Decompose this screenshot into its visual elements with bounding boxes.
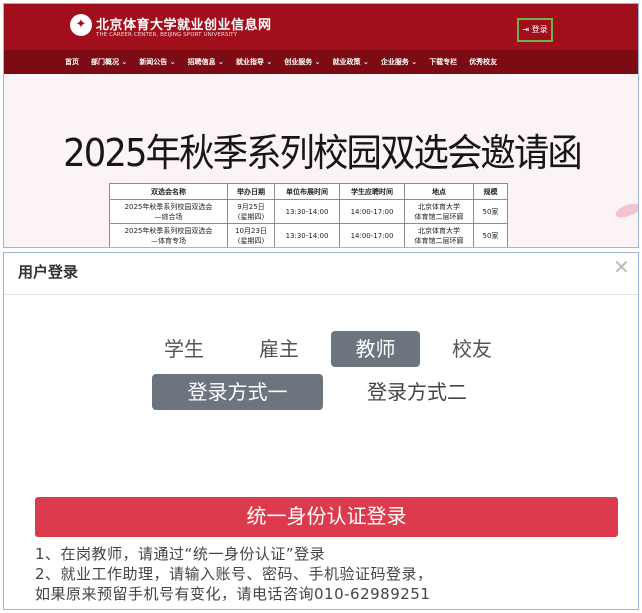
nav-item-downloads[interactable]: 下载专栏 xyxy=(429,57,457,67)
cell-setup-time: 13:30-14:00 xyxy=(274,223,340,247)
role-tab-student[interactable]: 学生 xyxy=(153,331,215,367)
cell-scale: 50家 xyxy=(473,199,508,224)
cell-scale: 50家 xyxy=(473,223,508,247)
banner-title: 2025年秋季系列校园双选会邀请函 xyxy=(63,131,583,175)
table-row: 2025年秋季系列校园双选会 —体育专场 10月23日 (星期四) 13:30-14… xyxy=(109,223,508,247)
cell-fair-name: 2025年秋季系列校园双选会 —体育专场 xyxy=(109,223,228,247)
login-method-two-tab[interactable]: 登录方式二 xyxy=(342,374,492,410)
column-header-name: 双选会名称 xyxy=(109,183,228,200)
cell-fair-name: 2025年秋季系列校园双选会 —综合场 xyxy=(109,199,228,224)
cell-date: 10月23日 (星期四) xyxy=(227,223,275,247)
nav-item-policy[interactable]: 就业政策 ⌄ xyxy=(333,57,369,67)
column-header-scale: 规模 xyxy=(473,183,508,200)
nav-item-enterprise[interactable]: 企业服务 ⌄ xyxy=(381,57,417,67)
login-note-1: 1、在岗教师，请通过“统一身份认证”登录 xyxy=(35,545,326,563)
nav-item-home[interactable]: 首页 xyxy=(65,57,79,67)
login-dialog: 用户登录 ✕ 学生 雇主 教师 校友 登录方式一 登录方式二 统一身份认证登录 … xyxy=(3,252,639,610)
unified-identity-login-button[interactable]: 统一身份认证登录 xyxy=(35,497,618,537)
site-header: ✦ 北京体育大学就业创业信息网 THE CAREER CENTER, BEIJI… xyxy=(4,4,638,50)
site-logo-title[interactable]: 北京体育大学就业创业信息网 xyxy=(96,14,272,33)
university-logo-icon: ✦ xyxy=(70,14,92,36)
table-row: 2025年秋季系列校园双选会 —综合场 9月25日 (星期四) 13:30-14:0… xyxy=(109,199,508,224)
table-header-row: 双选会名称 举办日期 单位布展时间 学生应聘时间 地点 规模 xyxy=(109,183,508,200)
role-tab-employer[interactable]: 雇主 xyxy=(248,331,310,367)
site-screenshot-panel: ✦ 北京体育大学就业创业信息网 THE CAREER CENTER, BEIJI… xyxy=(3,3,639,248)
column-header-place: 地点 xyxy=(404,183,474,200)
nav-item-alumni[interactable]: 优秀校友 xyxy=(469,57,497,67)
nav-item-guidance[interactable]: 就业指导 ⌄ xyxy=(236,57,272,67)
site-login-button[interactable]: ⇥ 登录 xyxy=(517,18,553,42)
login-arrow-icon: ⇥ xyxy=(522,25,530,34)
nav-item-recruitment[interactable]: 招聘信息 ⌄ xyxy=(188,57,224,67)
dialog-divider xyxy=(4,294,638,295)
role-tab-alumni[interactable]: 校友 xyxy=(441,331,503,367)
column-header-date: 举办日期 xyxy=(227,183,275,200)
cell-apply-time: 14:00-17:00 xyxy=(339,199,405,224)
role-tab-teacher[interactable]: 教师 xyxy=(331,331,420,367)
decorative-petal xyxy=(613,200,638,221)
cell-apply-time: 14:00-17:00 xyxy=(339,223,405,247)
cell-date: 9月25日 (星期四) xyxy=(227,199,275,224)
dialog-title: 用户登录 xyxy=(18,263,79,281)
login-note-2: 2、就业工作助理，请输入账号、密码、手机验证码登录， xyxy=(35,565,433,583)
site-login-label: 登录 xyxy=(531,25,548,34)
login-note-3: 如果原来预留手机号有变化，请电话咨询010-62989251 xyxy=(35,585,431,603)
site-nav-bar: 首页 部门概况 ⌄ 新闻公告 ⌄ 招聘信息 ⌄ 就业指导 ⌄ 创业服务 ⌄ 就业… xyxy=(4,50,638,74)
column-header-apply: 学生应聘时间 xyxy=(339,183,405,200)
site-logo-subtitle: THE CAREER CENTER, BEIJING SPORT UNIVERS… xyxy=(96,32,238,38)
cell-setup-time: 13:30-14:00 xyxy=(274,199,340,224)
cell-place: 北京体育大学 体育馆二层环廊 xyxy=(404,223,474,247)
nav-item-startup[interactable]: 创业服务 ⌄ xyxy=(284,57,320,67)
fair-schedule-table: 双选会名称 举办日期 单位布展时间 学生应聘时间 地点 规模 2025年秋季系列… xyxy=(109,183,508,247)
login-method-one-tab[interactable]: 登录方式一 xyxy=(152,374,323,410)
cell-place: 北京体育大学 体育馆二层环廊 xyxy=(404,199,474,224)
close-icon[interactable]: ✕ xyxy=(613,257,630,277)
nav-item-department[interactable]: 部门概况 ⌄ xyxy=(91,57,127,67)
column-header-setup: 单位布展时间 xyxy=(274,183,340,200)
nav-item-news[interactable]: 新闻公告 ⌄ xyxy=(139,57,175,67)
